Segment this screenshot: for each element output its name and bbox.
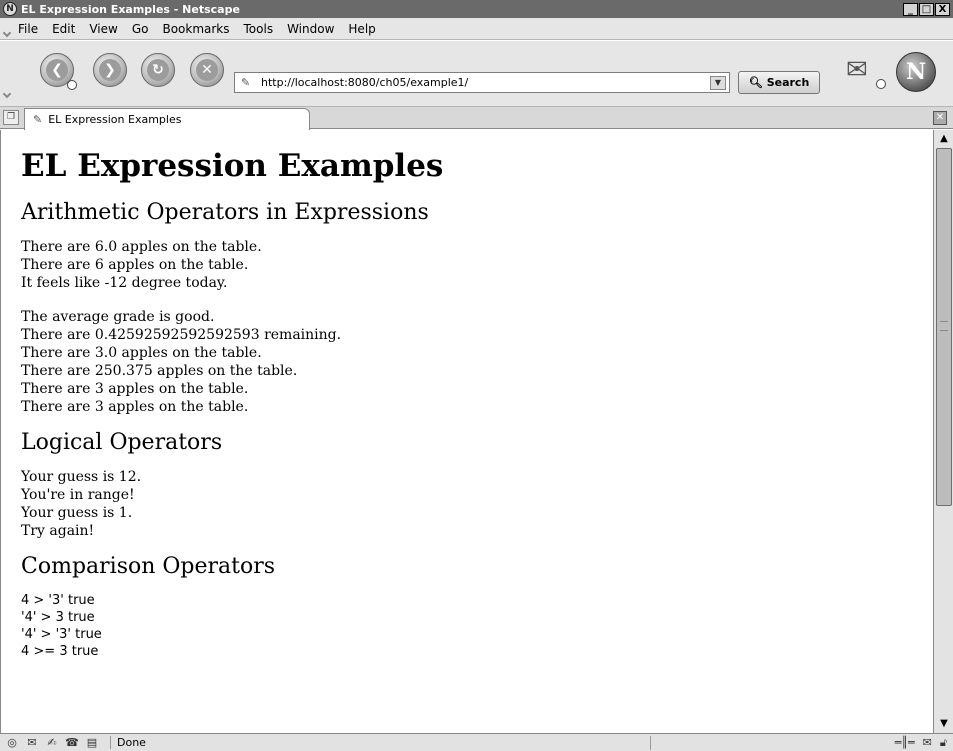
window-titlebar: N EL Expression Examples - Netscape _ □ … [0, 0, 953, 18]
text-line: There are 6 apples on the table. [21, 257, 249, 273]
tab-page-icon: ✎ [33, 113, 43, 126]
online-status-icon[interactable]: ═║═ [895, 736, 915, 750]
forward-button[interactable]: ❯ [93, 53, 127, 87]
section-heading-comparison: Comparison Operators [21, 554, 276, 579]
tab-label: EL Expression Examples [48, 113, 182, 126]
address-bar: ✎ ▼ [234, 72, 730, 93]
forward-arrow-icon: ❯ [99, 59, 121, 81]
menu-bar: File Edit View Go Bookmarks Tools Window… [0, 18, 953, 40]
text-line: There are 3 apples on the table. [21, 381, 249, 397]
scrollbar-thumb[interactable] [936, 148, 952, 506]
window-title: EL Expression Examples - Netscape [21, 2, 240, 16]
netscape-throbber-icon[interactable]: N [896, 52, 936, 92]
minimize-button[interactable]: _ [903, 2, 918, 16]
search-icon: 🔍︎ [748, 76, 763, 89]
stop-icon: ✕ [196, 59, 218, 81]
mail-status-icon[interactable]: ✉ [24, 736, 40, 750]
menu-help[interactable]: Help [348, 22, 375, 36]
text-line: Try again! [21, 523, 95, 539]
menu-view[interactable]: View [89, 22, 117, 36]
maximize-button[interactable]: □ [919, 2, 934, 16]
text-line: There are 0.42592592592592593 remaining. [21, 327, 342, 343]
text-line: 4 >= 3 true [21, 644, 99, 659]
page-title: EL Expression Examples [21, 148, 444, 184]
search-button-label: Search [766, 76, 810, 89]
text-line: '4' > '3' true [21, 627, 102, 642]
scrollbar-grip-icon [940, 321, 948, 331]
netscape-app-icon[interactable]: N [3, 2, 17, 16]
status-text: Done [110, 736, 650, 749]
toolbar-grip-icon[interactable] [2, 89, 12, 99]
navigator-icon[interactable]: ◎ [4, 736, 20, 750]
close-tab-button[interactable]: ✕ [933, 111, 947, 125]
menu-tools[interactable]: Tools [244, 22, 274, 36]
scroll-down-arrow-icon[interactable]: ▼ [936, 717, 952, 731]
back-button[interactable]: ❮ [40, 53, 77, 90]
text-line: There are 3 apples on the table. [21, 399, 249, 415]
status-bar: ◎ ✉ ✍ ☎ ▤ Done ═║═ ✉ 🔓︎ [0, 733, 953, 751]
new-tab-icon[interactable]: ❐ [3, 110, 19, 125]
page-proxy-icon[interactable]: ✎ [241, 76, 255, 89]
status-progress-area [650, 735, 780, 750]
section-heading-logical: Logical Operators [21, 430, 223, 455]
menu-window[interactable]: Window [287, 22, 334, 36]
page-content: EL Expression Examples Arithmetic Operat… [0, 130, 933, 733]
url-input[interactable] [261, 76, 710, 89]
reload-icon: ↻ [147, 59, 169, 81]
text-line: The average grade is good. [21, 309, 215, 325]
text-line: Your guess is 12. [21, 469, 142, 485]
cookie-icon[interactable]: ✉ [923, 736, 932, 750]
text-line: Your guess is 1. [21, 505, 133, 521]
text-line: 4 > '3' true [21, 593, 95, 608]
search-button[interactable]: 🔍︎ Search [738, 71, 820, 94]
address-book-icon[interactable]: ▤ [84, 736, 100, 750]
security-lock-icon[interactable]: 🔓︎ [940, 736, 947, 750]
status-indicators: ═║═ ✉ 🔓︎ [895, 736, 947, 750]
tab-el-expression-examples[interactable]: ✎ EL Expression Examples [24, 108, 310, 130]
text-line: You're in range! [21, 487, 135, 503]
text-line: There are 250.375 apples on the table. [21, 363, 298, 379]
vertical-scrollbar[interactable]: ▲ ▼ [933, 130, 953, 733]
mail-icon[interactable]: ✉ [846, 55, 886, 89]
toolbar-grip-icon[interactable] [2, 28, 12, 38]
menu-bookmarks[interactable]: Bookmarks [162, 22, 229, 36]
menu-file[interactable]: File [18, 22, 38, 36]
menu-edit[interactable]: Edit [52, 22, 75, 36]
mail-dropdown-icon[interactable] [876, 79, 886, 89]
composer-icon[interactable]: ✍ [44, 736, 60, 750]
url-history-dropdown-icon[interactable]: ▼ [710, 75, 726, 90]
tab-bar: ❐ ✎ EL Expression Examples ✕ [0, 107, 953, 130]
text-line: '4' > 3 true [21, 610, 95, 625]
window-controls: _ □ X [903, 2, 950, 16]
stop-button[interactable]: ✕ [190, 53, 224, 87]
scroll-up-arrow-icon[interactable]: ▲ [936, 132, 952, 146]
back-history-dropdown-icon[interactable] [67, 80, 77, 90]
menu-go[interactable]: Go [132, 22, 149, 36]
back-arrow-icon: ❮ [46, 59, 68, 81]
close-window-button[interactable]: X [935, 2, 950, 16]
reload-button[interactable]: ↻ [141, 53, 175, 87]
text-line: It feels like -12 degree today. [21, 275, 228, 291]
chat-icon[interactable]: ☎ [64, 736, 80, 750]
text-line: There are 3.0 apples on the table. [21, 345, 262, 361]
text-line: There are 6.0 apples on the table. [21, 239, 262, 255]
navigation-toolbar: ❮ ❯ ↻ ✕ ✎ ▼ 🔍︎ Search ✉ N [0, 41, 953, 107]
section-heading-arithmetic: Arithmetic Operators in Expressions [21, 200, 429, 225]
